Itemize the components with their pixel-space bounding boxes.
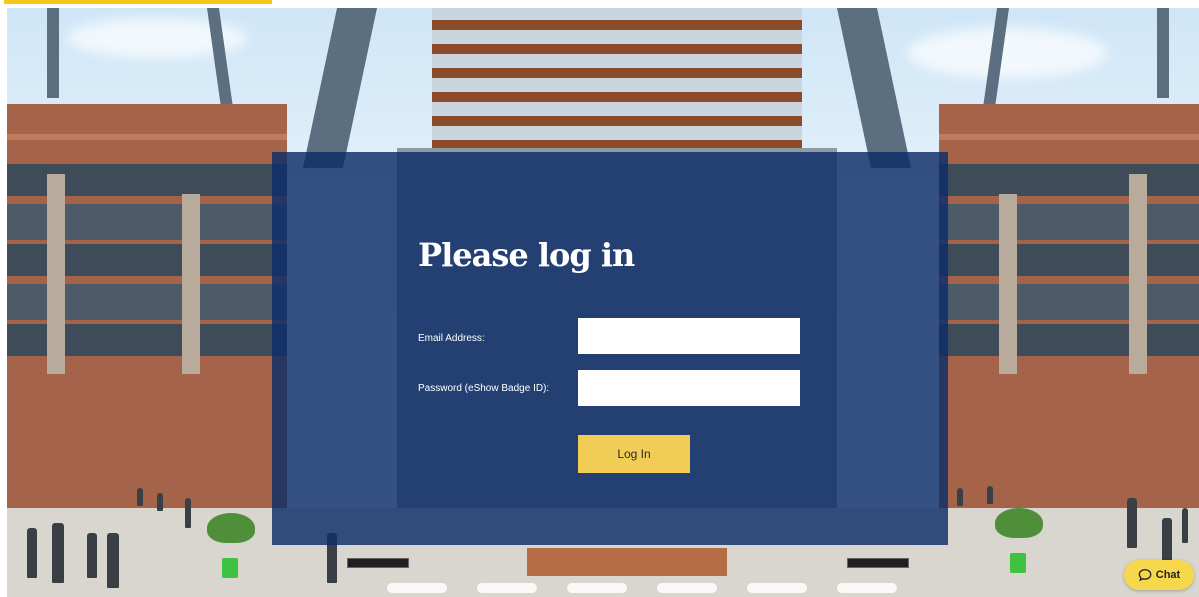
chat-button[interactable]: Chat <box>1124 560 1194 590</box>
chat-bubble-icon <box>1138 569 1152 582</box>
top-accent-bar <box>4 0 272 4</box>
email-label: Email Address: <box>418 333 485 344</box>
skylight <box>432 8 802 158</box>
stage <box>527 548 727 576</box>
plant-pot-right <box>1010 553 1026 573</box>
email-input[interactable] <box>578 318 800 354</box>
right-building-wall <box>939 104 1199 524</box>
chat-label: Chat <box>1155 569 1181 581</box>
plant-pot-left <box>222 558 238 578</box>
login-title: Please log in <box>418 236 635 274</box>
left-building-wall <box>7 104 287 524</box>
password-label: Password (eShow Badge ID): <box>418 383 550 394</box>
password-input[interactable] <box>578 370 800 406</box>
login-panel: Please log in Email Address: Password (e… <box>272 152 948 545</box>
login-button[interactable]: Log In <box>578 435 690 473</box>
